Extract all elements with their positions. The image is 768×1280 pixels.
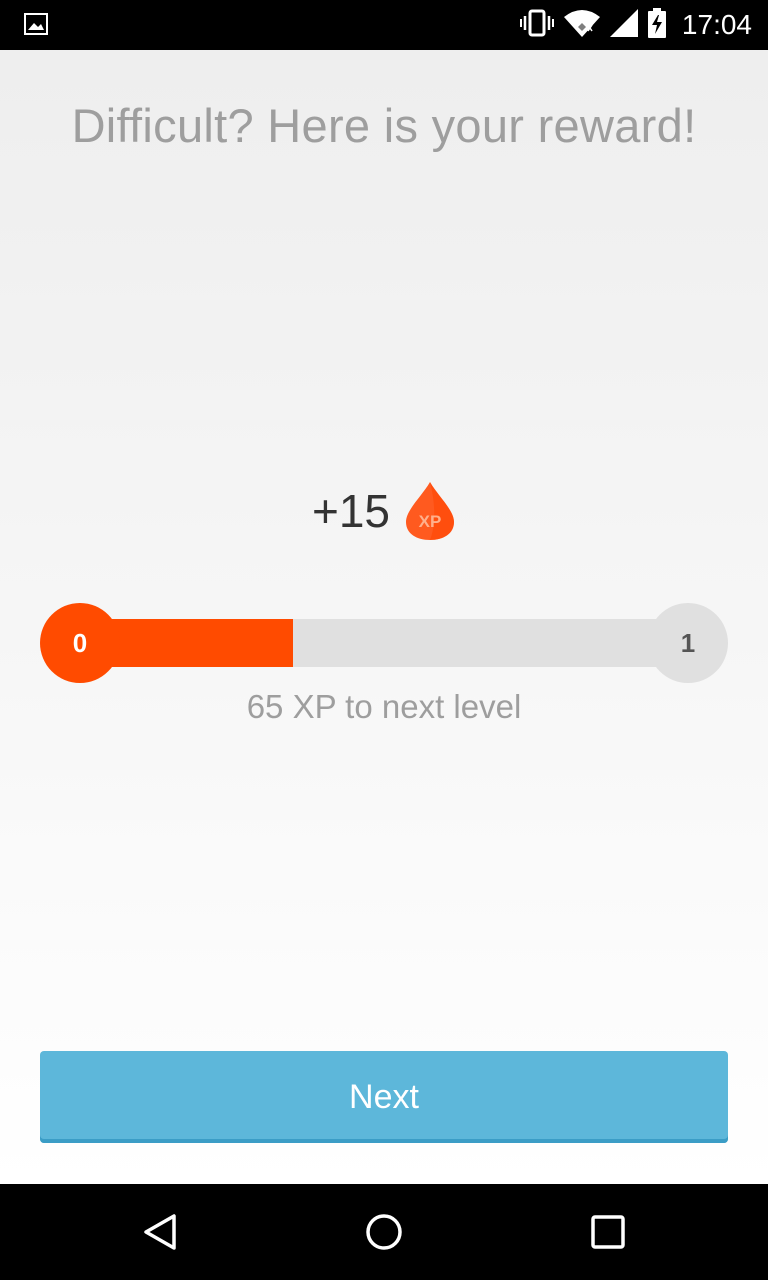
status-icons: 17:04 [519,0,752,50]
reward-row: +15 XP [0,480,768,542]
recents-icon[interactable] [588,1212,628,1252]
xp-drop-icon: XP [406,482,455,540]
cell-signal-icon [609,8,638,42]
image-notification-icon [24,13,48,40]
next-level-badge: 1 [648,603,728,683]
reward-screen: Difficult? Here is your reward! +15 XP 0… [0,50,768,1184]
status-time: 17:04 [681,9,752,40]
current-level-badge: 0 [40,603,120,683]
reward-amount: +15 [311,485,391,537]
page-title: Difficult? Here is your reward! [71,99,697,152]
battery-charging-icon [647,7,666,43]
back-icon[interactable] [140,1212,180,1252]
status-bar: 17:04 [0,0,768,50]
progress-track [80,619,688,667]
navigation-bar [0,1184,768,1280]
home-icon[interactable] [364,1212,404,1252]
next-button[interactable]: Next [40,1051,728,1143]
xp-drop-label: XP [419,512,442,531]
level-progress: 0 1 [40,603,728,683]
wifi-icon [563,9,600,42]
vibrate-icon [519,9,554,42]
xp-to-next-level: 65 XP to next level [246,688,522,725]
